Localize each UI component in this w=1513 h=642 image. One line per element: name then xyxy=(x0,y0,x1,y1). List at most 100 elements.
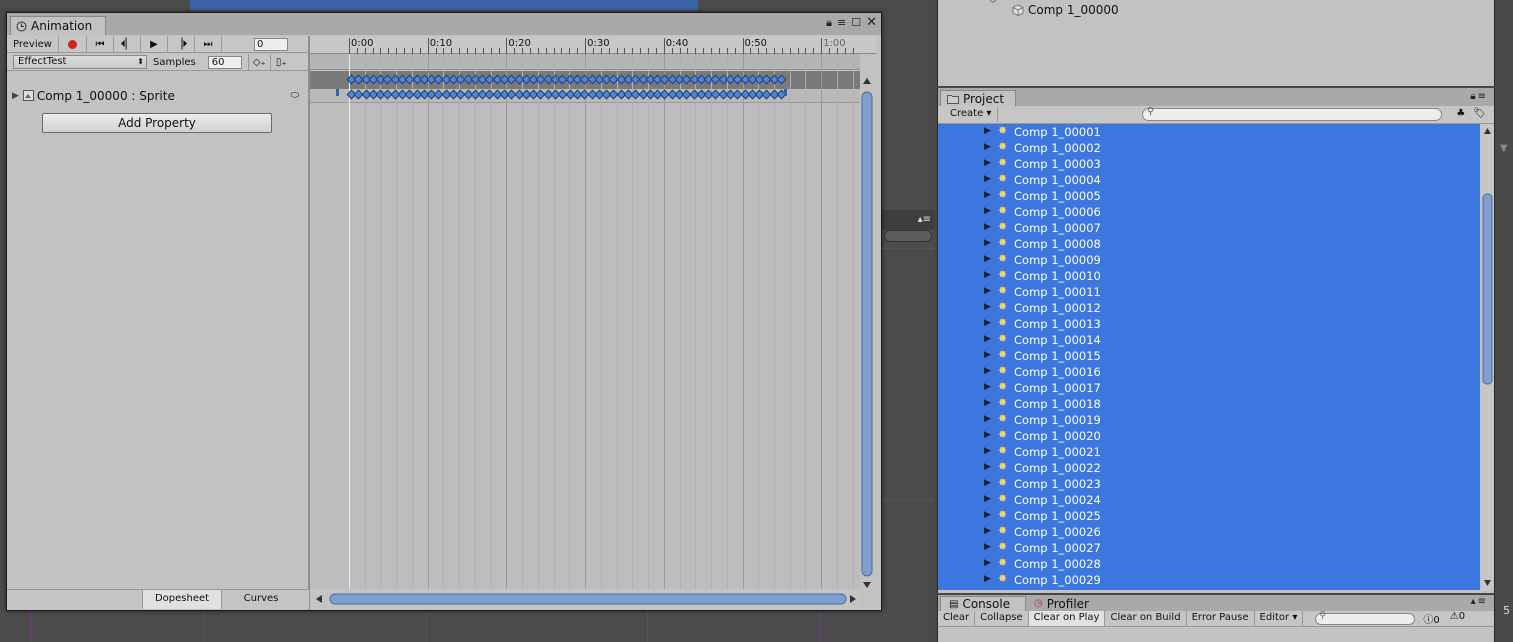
expand-arrow-icon[interactable]: ▶ xyxy=(984,254,991,264)
clip-select[interactable]: EffectTest xyxy=(13,55,147,69)
side-panel-search[interactable] xyxy=(884,230,932,242)
expand-arrow-icon[interactable]: ▶ xyxy=(984,158,991,168)
asset-list-item[interactable]: ▶ ✸ Comp 1_00020 xyxy=(938,428,1480,444)
scroll-right-arrow-icon[interactable] xyxy=(850,595,856,603)
asset-list-item[interactable]: ▶ ✸ Comp 1_00007 xyxy=(938,220,1480,236)
error-count[interactable]: ⓘ0 xyxy=(1423,611,1439,626)
scroll-up-arrow-icon[interactable] xyxy=(1484,128,1491,134)
editor-dropdown[interactable]: Editor ▾ xyxy=(1255,611,1304,626)
asset-list-item[interactable]: ▶ ✸ Comp 1_00024 xyxy=(938,492,1480,508)
lock-icon[interactable]: 🔒︎ xyxy=(826,17,832,29)
hierarchy-item[interactable]: Comp 1_00000 xyxy=(1012,3,1119,17)
asset-list-item[interactable]: ▶ ✸ Comp 1_00004 xyxy=(938,172,1480,188)
tab-profiler[interactable]: ◷ Profiler xyxy=(1026,596,1106,611)
expand-arrow-icon[interactable]: ▶ xyxy=(984,286,991,296)
expand-arrow-icon[interactable]: ▶ xyxy=(984,430,991,440)
current-frame-field[interactable]: 0 xyxy=(254,37,288,51)
create-dropdown[interactable]: Create ▾ xyxy=(944,107,999,122)
expand-arrow-icon[interactable]: ▶ xyxy=(984,478,991,488)
expand-arrow-icon[interactable]: ▶ xyxy=(984,558,991,568)
expand-arrow-icon[interactable]: ▶ xyxy=(984,126,991,136)
clear-on-build-button[interactable]: Clear on Build xyxy=(1105,611,1187,626)
expand-arrow-icon[interactable]: ▶ xyxy=(984,350,991,360)
scroll-down-arrow-icon[interactable] xyxy=(863,582,871,588)
expand-arrow-icon[interactable]: ▶ xyxy=(984,526,991,536)
expand-arrow-icon[interactable]: ▶ xyxy=(984,190,991,200)
add-event-button[interactable]: ▯₊ xyxy=(269,54,292,70)
clear-on-play-button[interactable]: Clear on Play xyxy=(1028,611,1106,626)
expand-arrow-icon[interactable]: ▶ xyxy=(984,270,991,280)
project-scrollbar[interactable] xyxy=(1481,124,1494,590)
side-panel-menu[interactable]: ▴≡ xyxy=(880,210,935,230)
asset-list-item[interactable]: ▶ ✸ Comp 1_00026 xyxy=(938,524,1480,540)
time-ruler[interactable]: 0:00 0:10 0:20 0:30 0:40 0:50 1:00 xyxy=(310,36,876,54)
asset-list-item[interactable]: ▶ ✸ Comp 1_00003 xyxy=(938,156,1480,172)
timeline-vertical-scrollbar[interactable] xyxy=(859,72,875,592)
expand-arrow-icon[interactable]: ▶ xyxy=(984,446,991,456)
asset-list-item[interactable]: ▶ ✸ Comp 1_00001 xyxy=(938,124,1480,140)
tab-animation[interactable]: Animation xyxy=(10,16,106,35)
play-button[interactable]: ▶ xyxy=(141,36,168,52)
prev-key-button[interactable]: ⏴︎▏ xyxy=(114,36,141,52)
property-row[interactable]: ▶ Comp 1_00000 : Sprite ⬭ xyxy=(7,87,309,104)
expand-arrow-icon[interactable]: ▶ xyxy=(984,142,991,152)
project-menu-icon[interactable]: 🔒︎≡ xyxy=(1470,91,1488,102)
project-asset-list[interactable]: ▶ ✸ Comp 1_00001 ▶ ✸ Comp 1_00002 ▶ ✸ Comp 1_000… xyxy=(938,124,1480,590)
next-key-button[interactable]: ▕⏵︎ xyxy=(168,36,195,52)
gutter-arrow-icon[interactable]: ▼ xyxy=(1500,143,1508,154)
asset-list-item[interactable]: ▶ ✸ Comp 1_00005 xyxy=(938,188,1480,204)
tab-curves[interactable]: Curves xyxy=(221,590,300,609)
horizontal-scroll-thumb[interactable] xyxy=(329,593,847,605)
asset-list-item[interactable]: ▶ ✸ Comp 1_00023 xyxy=(938,476,1480,492)
expand-arrow-icon[interactable]: ▶ xyxy=(984,318,991,328)
asset-list-item[interactable]: ▶ ✸ Comp 1_00008 xyxy=(938,236,1480,252)
expand-arrow-icon[interactable]: ▶ xyxy=(984,174,991,184)
asset-list-item[interactable]: ▶ ✸ Comp 1_00012 xyxy=(938,300,1480,316)
collapse-button[interactable]: Collapse xyxy=(975,611,1029,626)
asset-list-item[interactable]: ▶ ✸ Comp 1_00002 xyxy=(938,140,1480,156)
expand-arrow-icon[interactable]: ▶ xyxy=(984,414,991,424)
expand-arrow-icon[interactable]: ▶ xyxy=(984,366,991,376)
asset-list-item[interactable]: ▶ ✸ Comp 1_00025 xyxy=(938,508,1480,524)
asset-list-item[interactable]: ▶ ✸ Comp 1_00021 xyxy=(938,444,1480,460)
console-menu-icon[interactable]: ▴≡ xyxy=(1471,596,1488,607)
tab-dopesheet[interactable]: Dopesheet xyxy=(142,590,221,609)
asset-list-item[interactable]: ▶ ✸ Comp 1_00027 xyxy=(938,540,1480,556)
asset-list-item[interactable]: ▶ ✸ Comp 1_00006 xyxy=(938,204,1480,220)
expand-arrow-icon[interactable]: ▶ xyxy=(984,206,991,216)
expand-arrow-icon[interactable]: ▶ xyxy=(984,334,991,344)
add-property-button[interactable]: Add Property xyxy=(42,113,272,133)
scroll-down-arrow-icon[interactable] xyxy=(1484,580,1491,586)
scroll-up-arrow-icon[interactable] xyxy=(863,78,871,84)
tab-console[interactable]: ▤ Console xyxy=(940,596,1026,611)
asset-list-item[interactable]: ▶ ✸ Comp 1_00029 xyxy=(938,572,1480,588)
asset-list-item[interactable]: ▶ ✸ Comp 1_00015 xyxy=(938,348,1480,364)
asset-list-item[interactable]: ▶ ✸ Comp 1_00018 xyxy=(938,396,1480,412)
expand-arrow-icon[interactable]: ▶ xyxy=(984,302,991,312)
asset-list-item[interactable]: ▶ ✸ Comp 1_00010 xyxy=(938,268,1480,284)
asset-list-item[interactable]: ▶ ✸ Comp 1_00014 xyxy=(938,332,1480,348)
filter-label-icon[interactable]: 🏷︎ xyxy=(1473,108,1486,119)
asset-list-item[interactable]: ▶ ✸ Comp 1_00017 xyxy=(938,380,1480,396)
record-button[interactable] xyxy=(59,36,87,52)
expand-arrow-icon[interactable]: ▶ xyxy=(984,510,991,520)
clear-button[interactable]: Clear xyxy=(938,611,976,626)
project-scroll-thumb[interactable] xyxy=(1482,193,1493,385)
asset-list-item[interactable]: ▶ ✸ Comp 1_00011 xyxy=(938,284,1480,300)
expand-arrow-icon[interactable]: ▶ xyxy=(984,574,991,584)
dopesheet-timeline[interactable]: 0:00 0:10 0:20 0:30 0:40 0:50 1:00 xyxy=(310,36,876,589)
add-keyframe-button[interactable]: ◇₊ xyxy=(247,54,270,70)
expand-arrow-icon[interactable]: ▶ xyxy=(984,462,991,472)
expand-arrow-icon[interactable]: ▶ xyxy=(984,398,991,408)
project-search-input[interactable]: ⚲ xyxy=(1142,106,1442,121)
playhead-line[interactable] xyxy=(349,54,350,589)
first-key-button[interactable]: ⏮ xyxy=(87,36,114,52)
error-pause-button[interactable]: Error Pause xyxy=(1187,611,1255,626)
expand-arrow-icon[interactable]: ▶ xyxy=(984,382,991,392)
preview-button[interactable]: Preview xyxy=(7,36,59,52)
expand-arrow-icon[interactable]: ▶ xyxy=(12,91,19,101)
expand-arrow-icon[interactable]: ▶ xyxy=(984,238,991,248)
maximize-icon[interactable]: ☐ xyxy=(851,17,861,29)
expand-arrow-icon[interactable]: ▶ xyxy=(984,494,991,504)
property-options-icon[interactable]: ⬭ xyxy=(290,90,299,101)
